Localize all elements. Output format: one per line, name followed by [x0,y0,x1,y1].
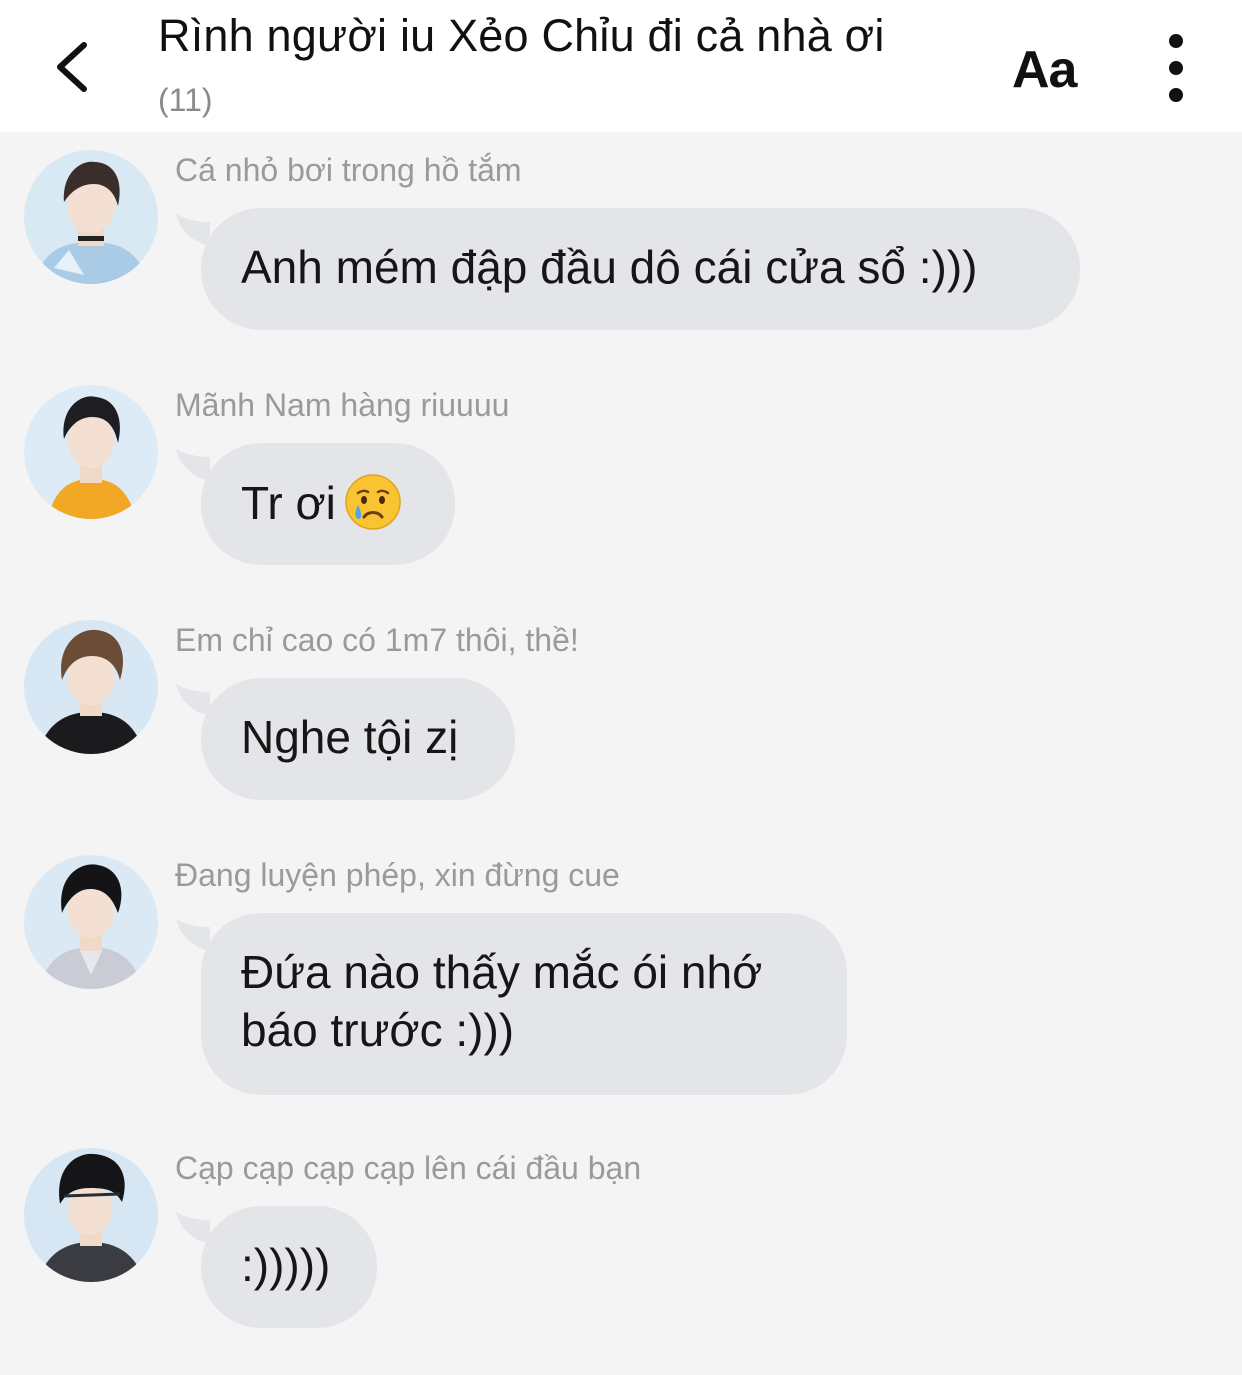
back-button[interactable] [40,34,100,100]
sender-name: Cá nhỏ bơi trong hồ tắm [175,152,522,188]
message-item: Em chỉ cao có 1m7 thôi, thề! Nghe tội zị [0,620,1242,800]
sender-name: Mãnh Nam hàng riuuuu [175,387,510,423]
chevron-left-icon [57,42,87,92]
message-bubble[interactable]: Tr ơi [201,443,455,565]
crying-face-icon [344,473,402,544]
message-text: Anh mém đập đầu dô cái cửa sổ :))) [241,241,978,293]
sender-name: Em chỉ cao có 1m7 thôi, thề! [175,622,579,658]
message-text: Nghe tội zị [241,711,459,763]
message-item: Mãnh Nam hàng riuuuu Tr ơi [0,385,1242,565]
chat-title[interactable]: Rình người iu Xẻo Chỉu đi cả nhà ơi [158,10,885,62]
sender-name: Cạp cạp cạp cạp lên cái đầu bạn [175,1150,642,1186]
avatar[interactable] [24,855,158,989]
avatar[interactable] [24,1148,158,1282]
message-item: Cạp cạp cạp cạp lên cái đầu bạn :))))) [0,1148,1242,1338]
message-bubble[interactable]: Nghe tội zị [201,678,515,800]
message-item: Đang luyện phép, xin đừng cue Đứa nào th… [0,855,1242,1095]
more-dots-icon [1169,34,1183,48]
avatar[interactable] [24,150,158,284]
font-size-button[interactable]: Aa [1012,40,1077,100]
more-dot-3 [1169,88,1183,102]
message-bubble[interactable]: Anh mém đập đầu dô cái cửa sổ :))) [201,208,1080,330]
message-text: Tr ơi [241,477,336,529]
more-options-button[interactable] [1150,34,1202,102]
sender-name: Đang luyện phép, xin đừng cue [175,857,620,893]
message-text-line-2: báo trước :))) [241,1004,515,1056]
message-bubble[interactable]: Đứa nào thấy mắc ói nhớ báo trước :))) [201,913,847,1095]
message-item: Cá nhỏ bơi trong hồ tắm Anh mém đập đầu … [0,150,1242,330]
avatar[interactable] [24,620,158,754]
more-dot-2 [1169,61,1183,75]
chat-header: Rình người iu Xẻo Chỉu đi cả nhà ơi (11)… [0,0,1242,132]
message-text: :))))) [241,1239,331,1291]
message-text-line-1: Đứa nào thấy mắc ói nhớ [241,946,763,998]
avatar[interactable] [24,385,158,519]
member-count: (11) [158,82,213,118]
message-bubble[interactable]: :))))) [201,1206,377,1328]
